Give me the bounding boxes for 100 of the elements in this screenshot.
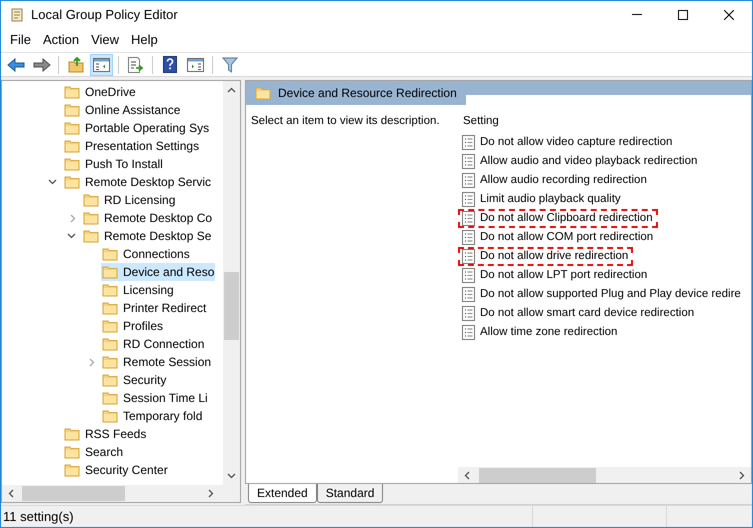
horizontal-scrollbar[interactable] [458,467,751,483]
action-pane-icon [187,58,204,72]
setting-row[interactable]: Do not allow supported Plug and Play device redire [458,285,746,304]
column-header[interactable]: Setting [458,105,751,133]
setting-row[interactable]: Do not allow LPT port redirection [458,266,652,285]
setting-row[interactable]: Do not allow smart card device redirection [458,304,700,323]
tree-item[interactable]: RD Connection [101,335,206,353]
tree-item[interactable]: Security [101,371,168,389]
scrollbar-thumb[interactable] [22,486,125,501]
setting-icon [462,154,475,169]
chevron-down-icon[interactable] [48,179,57,185]
tree-item[interactable]: Security Center [63,461,169,479]
setting-row[interactable]: Do not allow video capture redirection [458,133,678,152]
scroll-up-icon[interactable] [227,87,236,93]
back-arrow-icon [6,58,24,72]
minimize-icon [632,14,642,15]
horizontal-scrollbar[interactable] [2,485,240,502]
tree-item[interactable]: Session Time Li [101,389,209,407]
tree-item[interactable]: Connections [101,245,191,263]
scroll-right-icon[interactable] [739,470,745,480]
tree-item[interactable]: Device and Reso [101,263,216,281]
folder-icon [102,247,118,261]
scrollbar-thumb[interactable] [479,468,596,482]
setting-row[interactable]: Allow audio and video playback redirection [458,152,702,171]
scroll-icon [9,6,25,22]
setting-icon [462,135,475,150]
folder-icon [255,86,271,100]
tree-item[interactable]: Profiles [101,317,164,335]
tree-item[interactable]: Push To Install [63,155,164,173]
view-tab[interactable]: Extended [248,484,317,503]
tree-item[interactable]: Printer Redirect [101,299,208,317]
tree-item[interactable]: Remote Desktop Co [82,209,214,227]
folder-icon [64,103,80,117]
folder-icon [64,121,80,135]
section-title: Device and Resource Redirection [278,85,457,102]
setting-icon [462,192,475,207]
folder-icon [102,283,118,297]
export-list-icon [127,56,144,72]
setting-icon [462,287,475,302]
vertical-scrollbar[interactable] [223,81,240,485]
setting-row[interactable]: Do not allow drive redirection [458,247,634,266]
status-text: 11 setting(s) [2,508,75,526]
tree-item[interactable]: Online Assistance [63,101,182,119]
maximize-icon [678,10,688,20]
setting-icon [462,325,475,340]
tree-item[interactable]: Portable Operating Sys [63,119,210,137]
toolbar-button[interactable] [90,54,113,76]
help-icon [162,56,176,73]
scroll-left-icon[interactable] [464,470,470,480]
setting-row[interactable]: Do not allow COM port redirection [458,228,658,247]
setting-icon [462,173,475,188]
folder-icon [64,427,80,441]
setting-icon [462,211,475,226]
tree-item[interactable]: Presentation Settings [63,137,200,155]
folder-icon [102,391,118,405]
scroll-left-icon[interactable] [8,489,14,498]
setting-row[interactable]: Allow audio recording redirection [458,171,652,190]
setting-row[interactable]: Do not allow Clipboard redirection [458,209,658,228]
setting-icon [462,230,475,245]
menu-item[interactable]: View [85,28,126,52]
folder-icon [83,229,99,243]
chevron-down-icon[interactable] [67,233,76,239]
folder-icon [102,355,118,369]
folder-icon [102,373,118,387]
tree-item[interactable]: OneDrive [63,83,137,101]
scroll-right-icon[interactable] [208,489,214,498]
folder-icon [102,409,118,423]
folder-icon [64,157,80,171]
folder-icon [83,193,99,207]
view-tab[interactable]: Standard [316,484,384,503]
scrollbar-thumb[interactable] [224,272,239,340]
console-tree-icon [93,58,110,72]
close-icon [724,10,734,20]
scroll-down-icon[interactable] [227,473,236,479]
setting-icon [462,249,475,264]
folder-icon [102,319,118,333]
folder-icon [102,301,118,315]
folder-icon [64,175,80,189]
setting-icon [462,268,475,283]
tree-item[interactable]: Remote Desktop Servic [63,173,212,191]
setting-icon [462,306,475,321]
forward-arrow-icon [32,58,50,72]
tree-item[interactable]: RD Licensing [82,191,176,209]
tree-item[interactable]: Licensing [101,281,175,299]
window-title: Local Group Policy Editor [31,6,178,24]
folder-icon [102,337,118,351]
tree-item[interactable]: Temporary fold [101,407,204,425]
setting-row[interactable]: Allow time zone redirection [458,323,622,342]
folder-up-icon [68,56,84,72]
tree-item[interactable]: RSS Feeds [63,425,148,443]
menu-item[interactable]: File [4,28,37,52]
tree-item[interactable]: Remote Session [101,353,212,371]
folder-icon [64,463,80,477]
setting-row[interactable]: Limit audio playback quality [458,190,626,209]
menu-item[interactable]: Action [36,28,86,52]
folder-icon [64,85,80,99]
tree-item[interactable]: Remote Desktop Se [82,227,212,245]
filter-icon [222,56,238,72]
tree-item[interactable]: Search [63,443,124,461]
menu-item[interactable]: Help [125,28,164,52]
